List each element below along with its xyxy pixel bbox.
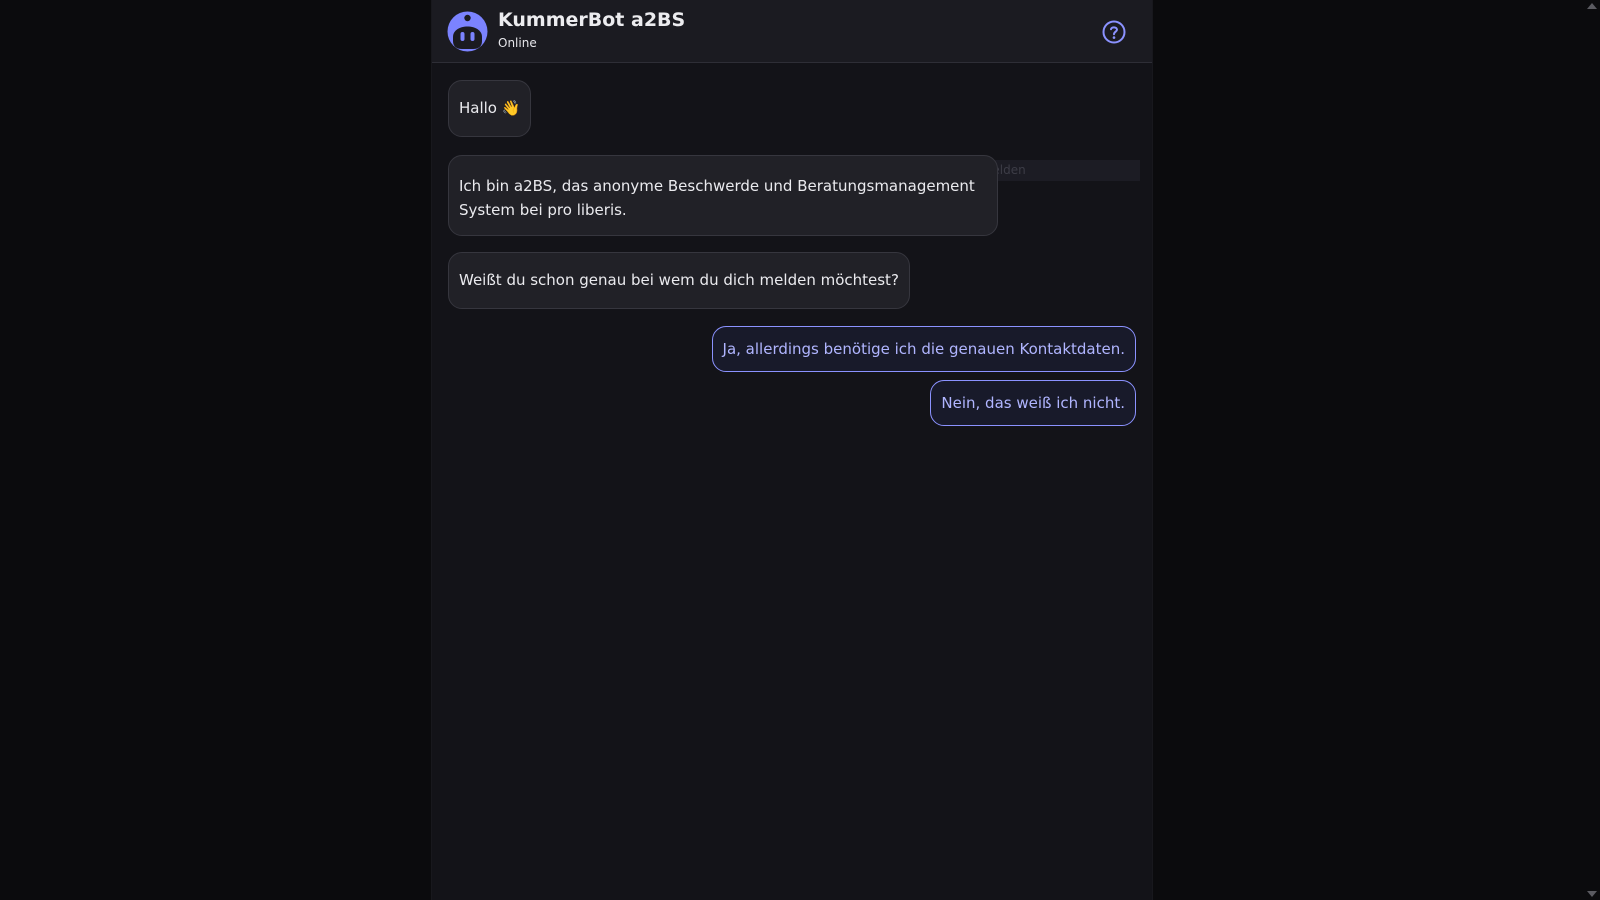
bot-message: Hallo 👋 xyxy=(448,80,532,137)
question-circle-icon[interactable] xyxy=(1102,20,1126,44)
reply-option-label: Ja, allerdings benötige ich die genauen … xyxy=(722,340,1125,358)
bot-message-text: Ich bin a2BS, das anonyme Beschwerde und… xyxy=(459,177,975,219)
reply-option-yes-button[interactable]: Ja, allerdings benötige ich die genauen … xyxy=(711,326,1136,372)
scroll-down-arrow-icon[interactable] xyxy=(1587,891,1597,897)
bot-message: Ich bin a2BS, das anonyme Beschwerde und… xyxy=(448,155,998,236)
bot-title: KummerBot a2BS xyxy=(498,9,686,31)
scroll-up-arrow-icon[interactable] xyxy=(1587,3,1597,9)
bot-message: Weißt du schon genau bei wem du dich mel… xyxy=(448,252,910,309)
chat-window: KummerBot a2BS Online Fehler melden Hall… xyxy=(432,0,1152,900)
bot-status: Online xyxy=(498,36,537,50)
bot-message-text: Weißt du schon genau bei wem du dich mel… xyxy=(459,271,899,289)
chat-header: KummerBot a2BS Online xyxy=(432,0,1152,63)
reply-option-label: Nein, das weiß ich nicht. xyxy=(941,394,1125,412)
robot-face-icon xyxy=(447,11,488,52)
reply-option-no-button[interactable]: Nein, das weiß ich nicht. xyxy=(930,380,1136,426)
page: KummerBot a2BS Online Fehler melden Hall… xyxy=(0,0,1600,900)
bot-message-text: Hallo 👋 xyxy=(459,99,521,117)
page-scrollbar[interactable] xyxy=(1583,0,1600,900)
